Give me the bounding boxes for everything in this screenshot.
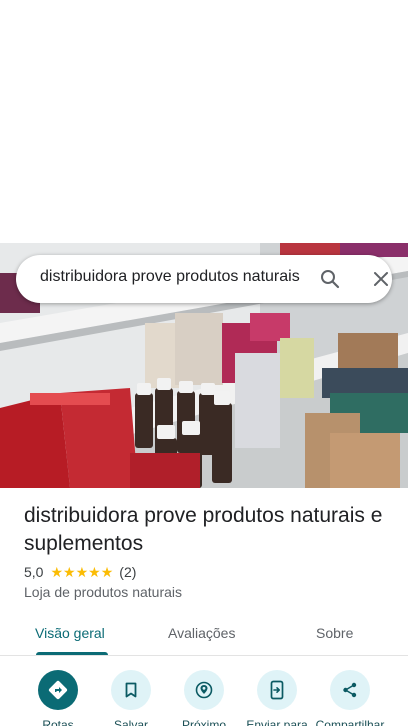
share-label: Compartilhar (315, 718, 385, 726)
search-bar[interactable]: distribuidora prove produtos naturais e … (16, 255, 392, 303)
tab-reviews[interactable]: Avaliações (168, 625, 235, 641)
tab-about[interactable]: Sobre (316, 625, 353, 641)
send-to-phone-button[interactable]: Enviar para (239, 670, 315, 726)
nearby-icon (184, 670, 224, 710)
tab-bar: Visão geral Avaliações Sobre (0, 612, 408, 656)
star-icon: ★ (75, 563, 89, 580)
directions-icon (38, 670, 78, 710)
search-input[interactable]: distribuidora prove produtos naturais e … (40, 268, 302, 286)
action-bar: Rotas Salvar Próximo Enviar para Compart… (0, 664, 408, 726)
rating-stars: ★ ★ ★ ★ ★ (50, 564, 113, 581)
star-icon: ★ (100, 563, 114, 580)
review-count[interactable]: (2) (119, 564, 136, 580)
map-area (0, 0, 408, 243)
tab-overview[interactable]: Visão geral (35, 625, 105, 641)
save-button[interactable]: Salvar (93, 670, 169, 726)
directions-button[interactable]: Rotas (20, 670, 96, 726)
nearby-button[interactable]: Próximo (166, 670, 242, 726)
rating-value: 5,0 (24, 564, 44, 580)
nearby-label: Próximo (181, 718, 226, 726)
place-title: distribuidora prove produtos naturais e … (24, 504, 383, 555)
place-category: Loja de produtos naturais (24, 584, 182, 600)
share-button[interactable]: Compartilhar (312, 670, 388, 726)
rating-row[interactable]: 5,0 ★ ★ ★ ★ ★ (2) (24, 563, 136, 581)
send-to-phone-icon (257, 670, 297, 710)
close-icon[interactable] (369, 267, 393, 291)
search-icon[interactable] (318, 267, 342, 291)
bookmark-icon (111, 670, 151, 710)
directions-label: Rotas (42, 718, 74, 726)
save-label: Salvar (113, 718, 148, 726)
star-icon: ★ (88, 563, 101, 580)
active-tab-indicator (36, 652, 108, 655)
star-icon: ★ (50, 563, 64, 580)
share-icon (330, 670, 370, 710)
send-to-phone-label: Enviar para (246, 718, 308, 726)
star-icon: ★ (63, 563, 76, 580)
